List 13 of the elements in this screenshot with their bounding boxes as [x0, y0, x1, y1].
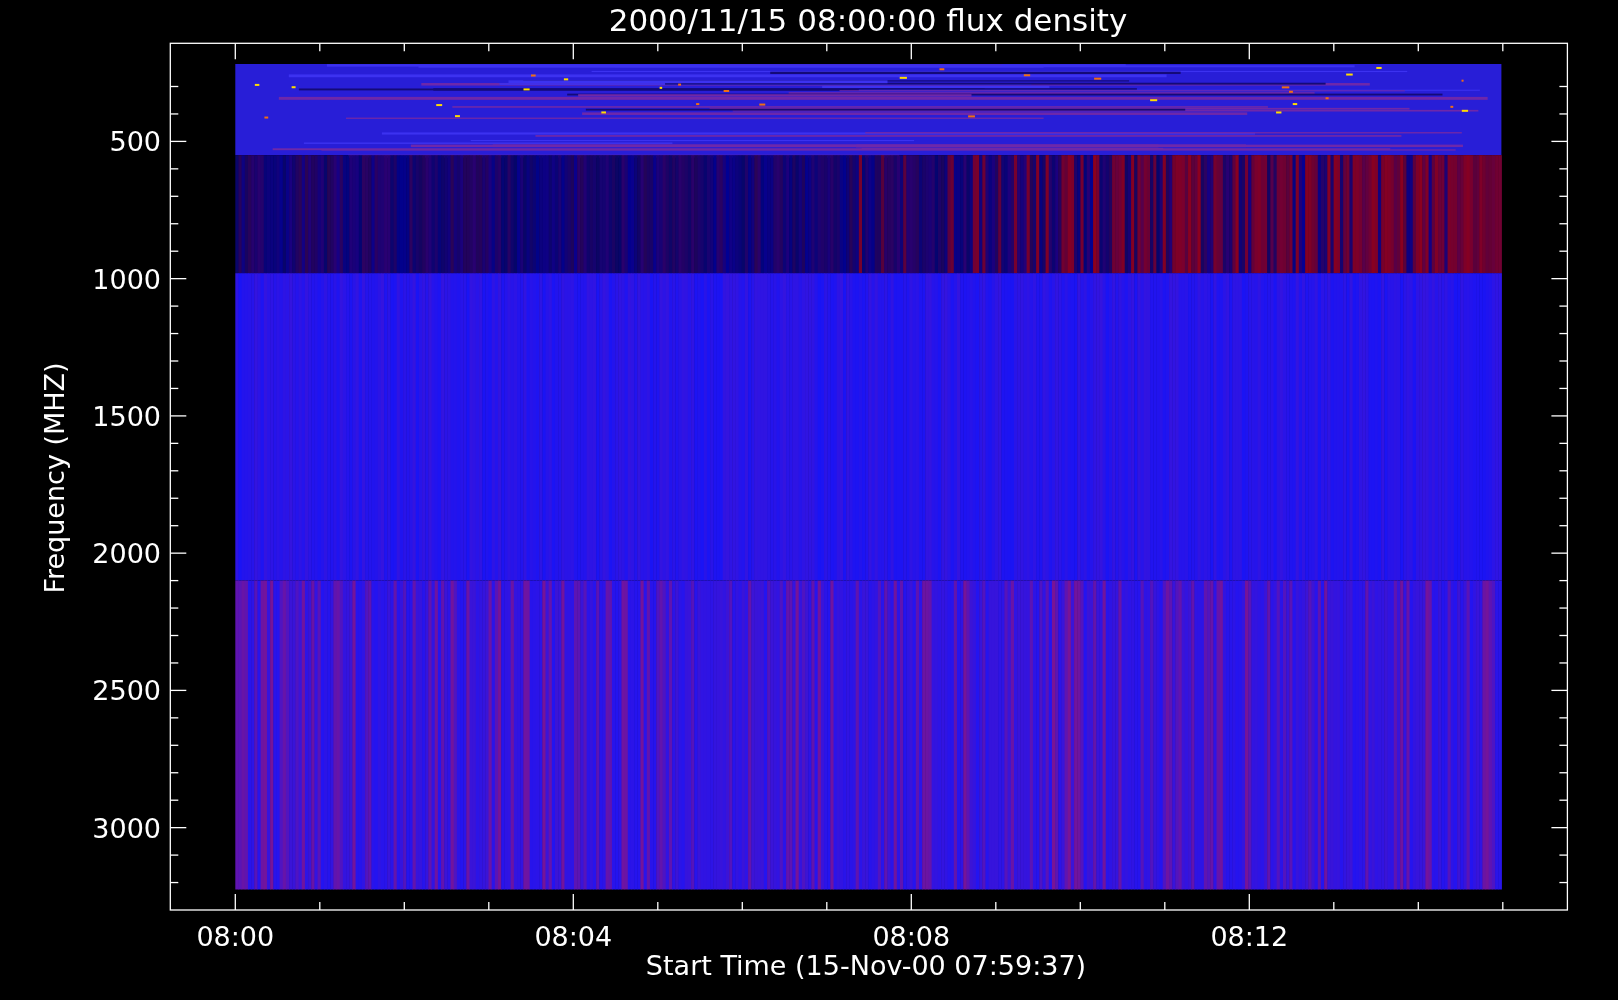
- tick-label: 08:08: [872, 921, 951, 952]
- tick-label: 08:04: [534, 921, 613, 952]
- chart-title: 2000/11/15 08:00:00 flux density: [608, 2, 1128, 38]
- tick-label: 1000: [92, 263, 161, 295]
- tick-label: 08:00: [196, 921, 275, 952]
- tick-label: 2000: [92, 538, 161, 570]
- axis-label: Start Time (15-Nov-00 07:59:37): [645, 950, 1087, 981]
- tick-label: 1500: [92, 400, 161, 432]
- tick-label: 08:12: [1210, 921, 1289, 952]
- tick-label: 500: [109, 126, 161, 158]
- axis-label: Frequency (MHZ): [39, 362, 70, 594]
- tick-label: 2500: [92, 675, 161, 707]
- tick-label: 3000: [92, 812, 161, 844]
